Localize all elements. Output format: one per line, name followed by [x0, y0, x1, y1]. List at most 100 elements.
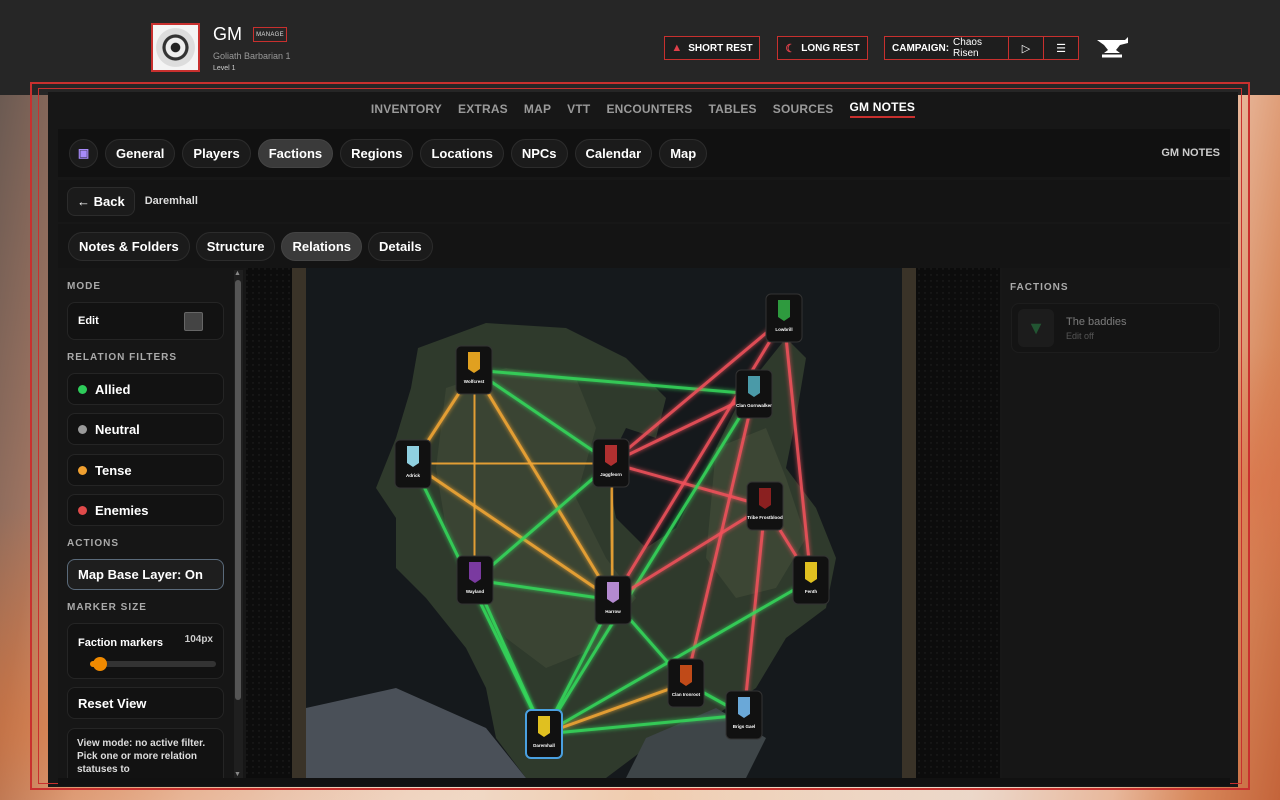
nav-tab-sources[interactable]: SOURCES: [773, 102, 834, 116]
faction-banner-icon: [605, 445, 617, 466]
filter-dot-icon: [78, 465, 87, 475]
faction-marker-label: Daremhall: [533, 743, 555, 748]
faction-marker-ironroot[interactable]: Clan Ironroot: [667, 658, 705, 708]
filter-dot-icon: [78, 505, 87, 515]
gm-tab-factions[interactable]: Factions: [257, 138, 334, 168]
gm-tab-npcs[interactable]: NPCs: [510, 138, 568, 168]
faction-banner-icon: [748, 376, 760, 397]
gm-tab-regions[interactable]: Regions: [340, 138, 414, 168]
filter-allied[interactable]: Allied: [67, 373, 224, 405]
short-rest-label: SHORT REST: [688, 42, 753, 54]
faction-banner-icon: [778, 300, 790, 321]
gm-tab-calendar[interactable]: Calendar: [574, 138, 653, 168]
sub-tab-relations[interactable]: Relations: [281, 231, 362, 261]
faction-marker-fenth[interactable]: Fenth: [792, 555, 830, 605]
scrollbar-thumb[interactable]: [235, 280, 241, 700]
faction-banner-icon: [407, 446, 419, 467]
faction-marker-adrick[interactable]: Adrick: [394, 439, 432, 489]
faction-marker-label: Wayland: [466, 589, 485, 594]
campaign-menu-button[interactable]: ☰: [1044, 37, 1078, 59]
gm-notes-label: GM NOTES: [1161, 147, 1220, 159]
filter-label: Allied: [95, 381, 131, 397]
filter-enemies[interactable]: Enemies: [67, 494, 224, 526]
faction-marker-tribe[interactable]: Tribe Frostblood: [746, 481, 784, 531]
character-name: GM: [213, 24, 242, 44]
anvil-logo-icon[interactable]: [1094, 31, 1130, 61]
faction-markers-slider[interactable]: [90, 657, 216, 671]
nav-tab-extras[interactable]: EXTRAS: [458, 102, 508, 116]
back-button[interactable]: ← Back: [67, 186, 135, 216]
faction-marker-label: Clan Gornwalker: [736, 403, 772, 408]
edit-toggle[interactable]: Edit: [67, 302, 224, 340]
sub-tab-notes-folders[interactable]: Notes & Folders: [68, 231, 190, 261]
faction-banner-icon: [738, 697, 750, 718]
edit-checkbox[interactable]: [184, 312, 203, 331]
scroll-up-icon[interactable]: ▲: [234, 270, 241, 277]
slider-knob[interactable]: [93, 657, 108, 671]
view-mode-note: View mode: no active filter. Pick one or…: [67, 728, 224, 778]
panel-bottom-strip: [58, 778, 1230, 786]
marker-size-heading: MARKER SIZE: [67, 602, 147, 613]
factions-heading: FACTIONS: [1010, 282, 1069, 293]
faction-marker-label: Tribe Frostblood: [747, 515, 783, 520]
faction-marker-label: Clan Ironroot: [672, 692, 701, 697]
campfire-icon: ▲: [671, 42, 683, 54]
faction-sub-tabs: Notes & Folders Structure Relations Details: [58, 224, 1230, 268]
nav-tab-tables[interactable]: TABLES: [708, 102, 756, 116]
sub-tab-structure[interactable]: Structure: [195, 231, 276, 261]
reset-view-button[interactable]: Reset View: [67, 687, 224, 719]
relations-map[interactable]: Lowbrill Wolfcrest Clan Gornwalker Adrick Ja…: [246, 268, 1000, 778]
faction-banner-icon: [805, 562, 817, 583]
faction-marker-jagg[interactable]: Jaggfeorn: [592, 438, 630, 488]
nav-tab-vtt[interactable]: VTT: [567, 102, 590, 116]
faction-marker-harrow[interactable]: Harrow: [594, 575, 632, 625]
relations-sidebar: MODE Edit RELATION FILTERS Allied Neutral…: [58, 268, 244, 778]
map-base-layer-button[interactable]: Map Base Layer: On: [67, 559, 224, 590]
short-rest-button[interactable]: ▲ SHORT REST: [664, 36, 760, 60]
faction-marker-label: Brigs Gael: [733, 724, 756, 729]
faction-marker-wolfcrest[interactable]: Wolfcrest: [455, 345, 493, 395]
manage-button[interactable]: MANAGE: [253, 27, 287, 42]
save-icon: ▣: [77, 146, 90, 160]
gm-tab-locations[interactable]: Locations: [420, 138, 504, 168]
filter-tense[interactable]: Tense: [67, 454, 224, 486]
campaign-button[interactable]: CAMPAIGN: Chaos Risen: [885, 37, 1009, 59]
sub-tab-details[interactable]: Details: [368, 231, 433, 261]
filter-neutral[interactable]: Neutral: [67, 413, 224, 445]
filter-dot-icon: [78, 384, 87, 394]
campaign-control: CAMPAIGN: Chaos Risen ▷ ☰: [884, 36, 1079, 60]
faction-banner-icon: [759, 488, 771, 509]
scroll-down-icon[interactable]: ▼: [234, 771, 241, 778]
gm-tab-players[interactable]: Players: [182, 138, 251, 168]
nav-tab-inventory[interactable]: INVENTORY: [371, 102, 442, 116]
faction-card[interactable]: ▼ The baddies Edit off: [1011, 303, 1220, 353]
gm-tab-general[interactable]: General: [105, 138, 176, 168]
nav-tab-gm-notes[interactable]: GM NOTES: [849, 100, 916, 118]
faction-marker-label: Jaggfeorn: [600, 472, 622, 477]
faction-marker-label: Harrow: [605, 609, 621, 614]
relation-filters-heading: RELATION FILTERS: [67, 352, 178, 363]
faction-banner-icon: [468, 352, 480, 373]
save-button[interactable]: ▣: [69, 138, 98, 168]
faction-marker-daremhall[interactable]: Daremhall: [525, 709, 563, 759]
faction-marker-brigs[interactable]: Brigs Gael: [725, 690, 763, 740]
sidebar-scrollbar[interactable]: ▲ ▼: [234, 270, 243, 778]
play-button[interactable]: ▷: [1009, 37, 1044, 59]
faction-banner-icon: ▼: [1018, 309, 1054, 347]
gm-tab-map[interactable]: Map: [659, 138, 708, 168]
nav-tab-encounters[interactable]: ENCOUNTERS: [606, 102, 692, 116]
character-avatar[interactable]: [151, 23, 200, 72]
long-rest-button[interactable]: ☾ LONG REST: [777, 36, 868, 60]
campaign-prefix: CAMPAIGN:: [892, 42, 950, 54]
actions-heading: ACTIONS: [67, 538, 119, 549]
nav-tab-map[interactable]: MAP: [524, 102, 551, 116]
faction-marker-clan[interactable]: Clan Gornwalker: [735, 369, 773, 419]
faction-marker-wayland[interactable]: Wayland: [456, 555, 494, 605]
faction-markers-label: Faction markers: [78, 637, 163, 649]
filter-label: Neutral: [95, 421, 140, 437]
faction-marker-lowbrill[interactable]: Lowbrill: [765, 293, 803, 343]
moon-icon: ☾: [785, 42, 796, 55]
campaign-name: Chaos Risen: [953, 37, 982, 59]
breadcrumb: ← Back Daremhall: [58, 180, 1230, 222]
faction-marker-label: Wolfcrest: [464, 379, 485, 384]
